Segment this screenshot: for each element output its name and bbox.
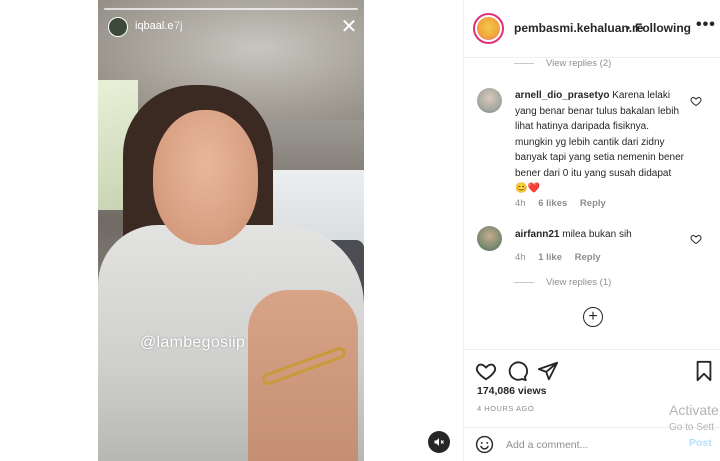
replies-line bbox=[514, 63, 534, 64]
windows-activation-subtext: Go to Sett bbox=[669, 422, 715, 433]
view-count[interactable]: 174,086 views bbox=[477, 385, 546, 397]
comment-likes[interactable]: 6 likes bbox=[538, 198, 567, 209]
comment-text: milea bukan sih bbox=[562, 229, 632, 240]
post-header: pembasmi.kehaluan.re • Following ••• bbox=[464, 0, 720, 58]
post-button[interactable]: Post bbox=[689, 437, 712, 449]
load-more-comments-button[interactable]: + bbox=[583, 307, 603, 327]
reply-button[interactable]: Reply bbox=[575, 252, 601, 263]
comment-likes[interactable]: 1 like bbox=[538, 252, 562, 263]
post-side-panel: pembasmi.kehaluan.re • Following ••• Vie… bbox=[463, 0, 720, 461]
mute-button[interactable] bbox=[428, 431, 450, 453]
like-heart-icon[interactable] bbox=[475, 360, 497, 382]
comment-text: Karena lelaki yang benar benar tulus bak… bbox=[515, 90, 685, 194]
comment-time[interactable]: 4h bbox=[515, 198, 526, 209]
story-time: 7j bbox=[174, 20, 183, 32]
story-avatar bbox=[108, 17, 128, 37]
view-replies-button[interactable]: View replies (1) bbox=[514, 277, 611, 288]
comment-item: airfann21 milea bukan sih bbox=[515, 227, 685, 243]
view-replies-label: View replies (2) bbox=[546, 58, 612, 69]
commenter-avatar[interactable] bbox=[477, 226, 502, 251]
header-separator: • bbox=[626, 21, 631, 35]
share-send-icon[interactable] bbox=[537, 360, 559, 382]
story-username: iqbaal.e bbox=[135, 20, 174, 32]
author-avatar-image bbox=[477, 17, 500, 40]
close-icon: ✕ bbox=[340, 16, 358, 38]
comment-meta: 4h 6 likes Reply bbox=[515, 198, 616, 209]
emoji-icon[interactable] bbox=[475, 435, 494, 454]
comment-item: arnell_dio_prasetyo Karena lelaki yang b… bbox=[515, 88, 685, 197]
story-video[interactable] bbox=[98, 0, 364, 461]
story-progress-bar bbox=[104, 8, 358, 10]
view-replies-label: View replies (1) bbox=[546, 277, 612, 288]
windows-activation-text: Activate bbox=[669, 402, 719, 418]
comments-list: View replies (2) arnell_dio_prasetyo Kar… bbox=[464, 58, 720, 348]
comment-time[interactable]: 4h bbox=[515, 252, 526, 263]
like-heart-icon[interactable] bbox=[690, 95, 702, 107]
author-username[interactable]: pembasmi.kehaluan.re bbox=[514, 21, 643, 35]
more-options-icon[interactable]: ••• bbox=[696, 16, 716, 34]
comment-username[interactable]: arnell_dio_prasetyo bbox=[515, 90, 609, 101]
post-timestamp[interactable]: 4 HOURS AGO bbox=[477, 404, 534, 413]
bookmark-icon[interactable] bbox=[693, 360, 715, 382]
plus-icon: + bbox=[588, 308, 598, 325]
like-heart-icon[interactable] bbox=[690, 233, 702, 245]
view-replies-button[interactable]: View replies (2) bbox=[514, 58, 611, 69]
replies-line bbox=[514, 282, 534, 283]
comment-input[interactable] bbox=[506, 437, 656, 453]
commenter-avatar[interactable] bbox=[477, 88, 502, 113]
comment-meta: 4h 1 like Reply bbox=[515, 252, 611, 263]
reply-button[interactable]: Reply bbox=[580, 198, 606, 209]
speaker-muted-icon bbox=[434, 438, 444, 446]
author-avatar[interactable] bbox=[473, 13, 504, 44]
video-person-face bbox=[153, 110, 258, 245]
comment-bubble-icon[interactable] bbox=[506, 360, 528, 382]
story-watermark: @lambegosiip bbox=[140, 334, 246, 351]
instagram-post-page: iqbaal.e 7j ✕ @lambegosiip pembasmi.keha… bbox=[0, 0, 720, 461]
following-button[interactable]: Following bbox=[635, 21, 691, 35]
comment-username[interactable]: airfann21 bbox=[515, 229, 559, 240]
